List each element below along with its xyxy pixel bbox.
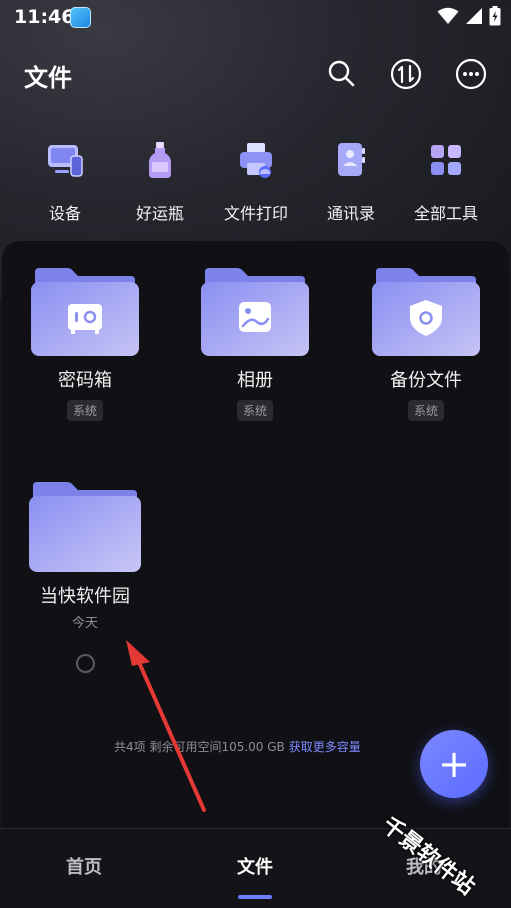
search-icon[interactable] <box>326 58 358 90</box>
status-icons <box>437 6 501 26</box>
folder-backup[interactable]: 备份文件 系统 <box>356 266 496 421</box>
folder-name: 备份文件 <box>390 370 462 391</box>
folder-safe[interactable]: 密码箱 系统 <box>15 266 155 421</box>
tool-device[interactable]: 设备 <box>20 140 110 224</box>
tool-label: 全部工具 <box>413 204 478 223</box>
get-more-storage-link[interactable]: 获取更多容量 <box>289 740 361 754</box>
status-bar: 11:46 <box>0 0 511 36</box>
folder-icon <box>29 482 141 572</box>
folder-album[interactable]: 相册 系统 <box>185 266 325 421</box>
signal-icon <box>466 8 482 24</box>
bottle-icon <box>149 142 171 178</box>
nav-active-indicator <box>238 895 272 899</box>
more-options-icon[interactable] <box>455 58 487 90</box>
sort-icon[interactable] <box>390 58 422 90</box>
folder-name: 相册 <box>237 370 273 391</box>
nav-files[interactable]: 文件 <box>237 853 273 879</box>
tool-label: 通讯录 <box>326 204 375 223</box>
add-button[interactable]: + <box>420 730 488 798</box>
tool-all-tools[interactable]: 全部工具 <box>401 140 491 224</box>
tool-bottle[interactable]: 好运瓶 <box>115 140 205 224</box>
tool-label: 好运瓶 <box>135 204 184 223</box>
printer-icon <box>240 143 272 178</box>
storage-info: 共4项 剩余可用空间105.00 GB 获取更多容量 <box>114 738 361 755</box>
notification-app-icon <box>70 7 91 28</box>
tool-label: 设备 <box>48 204 81 223</box>
tool-print[interactable]: 文件打印 <box>211 140 301 224</box>
select-radio[interactable] <box>76 654 95 673</box>
wifi-icon <box>437 7 459 24</box>
folder-name: 当快软件园 <box>40 586 130 607</box>
storage-summary: 共4项 剩余可用空间105.00 GB <box>114 740 285 754</box>
safe-icon <box>68 304 102 334</box>
device-icon <box>48 145 83 177</box>
folder-tag: 系统 <box>236 400 273 421</box>
tool-label: 文件打印 <box>223 204 288 223</box>
folder-icon <box>201 268 309 356</box>
folder-icon <box>372 268 480 356</box>
folder-tag: 系统 <box>66 400 103 421</box>
page-title: 文件 <box>24 64 72 92</box>
tools-row: 设备 好运瓶 文件打印 通讯录 全部工具 <box>0 140 511 223</box>
status-time: 11:46 <box>14 6 75 28</box>
nav-home[interactable]: 首页 <box>66 853 102 879</box>
folder-date: 今天 <box>71 616 98 631</box>
folder-name: 密码箱 <box>58 370 112 391</box>
photo-icon <box>239 302 271 332</box>
folder-icon <box>31 268 139 356</box>
tool-contacts[interactable]: 通讯录 <box>306 140 396 224</box>
folder-tag: 系统 <box>407 400 444 421</box>
folder-dangkuai[interactable]: 当快软件园 今天 <box>15 480 155 631</box>
contacts-icon <box>338 143 365 176</box>
battery-charging-icon <box>489 6 501 26</box>
grid-icon <box>431 145 461 175</box>
